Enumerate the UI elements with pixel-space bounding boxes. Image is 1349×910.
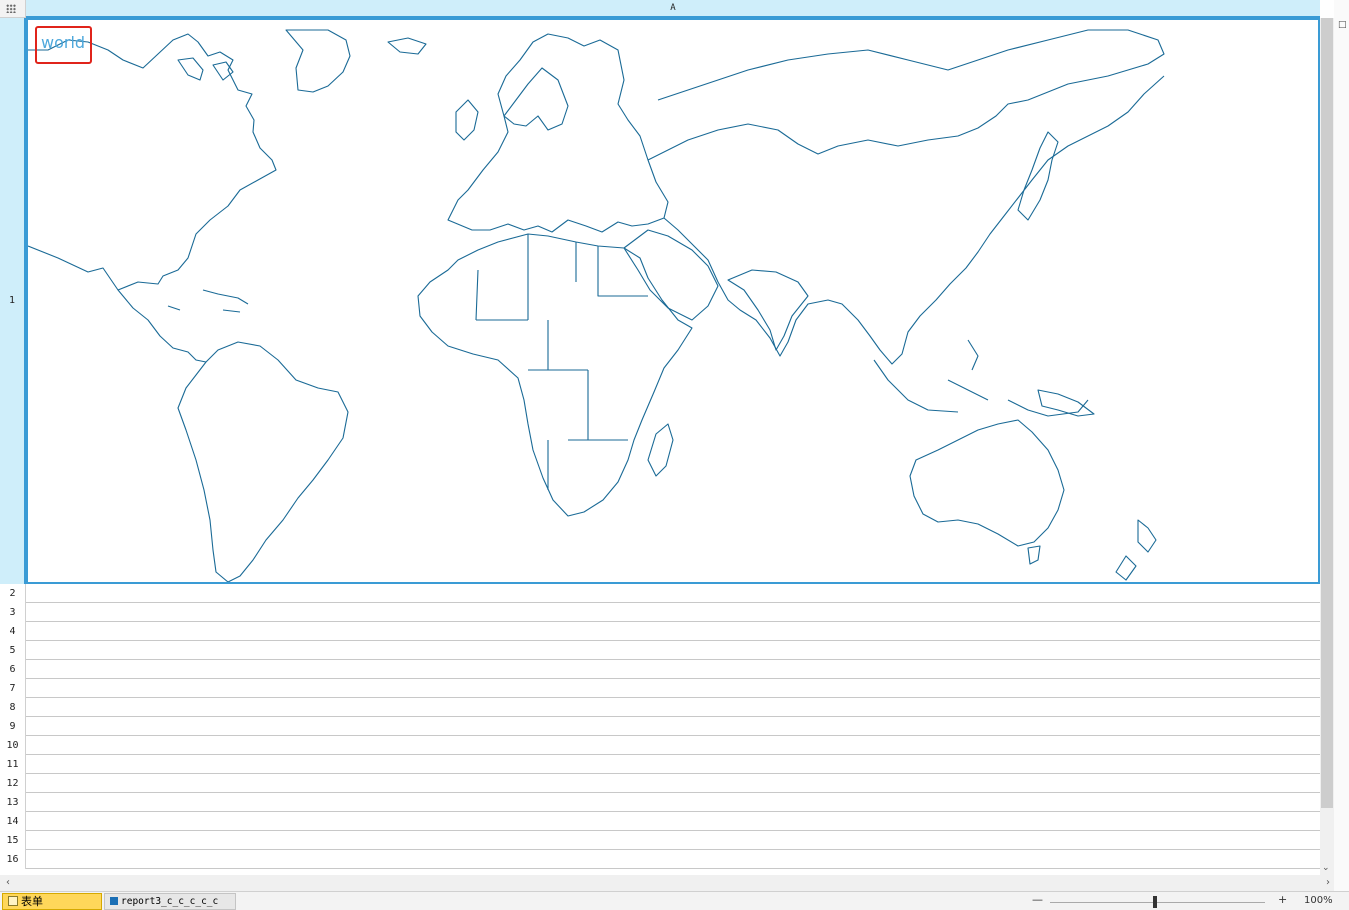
- world-map-cell[interactable]: [26, 18, 1320, 584]
- row-header-label: 12: [6, 778, 19, 789]
- report-icon: [110, 897, 118, 905]
- tab-label: 表单: [21, 895, 43, 908]
- row-header-label: 16: [6, 854, 19, 865]
- sheet-icon: [8, 896, 18, 906]
- row-header-label: 3: [9, 607, 16, 618]
- row-header-label: 10: [6, 740, 19, 751]
- right-panel-strip: □: [1334, 0, 1349, 909]
- row-header-label: 5: [9, 645, 16, 656]
- grid-row-6[interactable]: [26, 660, 1320, 679]
- grid-row-12[interactable]: [26, 774, 1320, 793]
- grid-row-10[interactable]: [26, 736, 1320, 755]
- row-header-7[interactable]: 7: [0, 679, 26, 698]
- scrollbar-thumb[interactable]: [1321, 18, 1333, 808]
- row-header-10[interactable]: 10: [0, 736, 26, 755]
- tab-label: report3_c_c_c_c_c: [121, 896, 219, 907]
- map-africa-borders: [475, 234, 648, 490]
- grid-dots-icon: [6, 4, 16, 13]
- map-australia: [909, 419, 1065, 547]
- row-header-label: 13: [6, 797, 19, 808]
- zoom-in-button[interactable]: +: [1278, 893, 1287, 906]
- row-header-12[interactable]: 12: [0, 774, 26, 793]
- map-new-zealand: [1115, 519, 1157, 581]
- row-header-5[interactable]: 5: [0, 641, 26, 660]
- map-tasmania: [1027, 545, 1041, 565]
- map-madagascar: [647, 423, 674, 477]
- map-arctic-islands: [177, 37, 427, 81]
- map-title: world: [41, 33, 86, 52]
- tab-form[interactable]: 表单: [2, 893, 102, 910]
- row-header-label: 15: [6, 835, 19, 846]
- grid-row-8[interactable]: [26, 698, 1320, 717]
- row-header-label: 9: [9, 721, 16, 732]
- map-central-america: [117, 289, 207, 363]
- map-japan: [1017, 131, 1059, 221]
- row-header-label: 6: [9, 664, 16, 675]
- row-header-1[interactable]: 1: [0, 18, 26, 584]
- panel-toggle-icon[interactable]: □: [1338, 20, 1347, 30]
- grid-row-13[interactable]: [26, 793, 1320, 812]
- select-all-corner[interactable]: [0, 0, 26, 18]
- world-map[interactable]: [27, 20, 1318, 583]
- map-british-isles: [455, 99, 479, 141]
- grid-row-7[interactable]: [26, 679, 1320, 698]
- map-africa: [417, 233, 693, 517]
- grid-row-16[interactable]: [26, 850, 1320, 869]
- row-header-3[interactable]: 3: [0, 603, 26, 622]
- horizontal-scrollbar[interactable]: ‹ ›: [0, 875, 1334, 891]
- map-south-america: [177, 341, 349, 583]
- row-header-15[interactable]: 15: [0, 831, 26, 850]
- map-southeast-asia-islands: [873, 339, 1089, 417]
- vertical-scrollbar[interactable]: ⌄: [1320, 18, 1334, 875]
- map-asia: [647, 29, 1165, 161]
- row-header-14[interactable]: 14: [0, 812, 26, 831]
- grid-row-3[interactable]: [26, 603, 1320, 622]
- map-north-america: [27, 33, 277, 291]
- row-header-label: 7: [9, 683, 16, 694]
- row-header-2[interactable]: 2: [0, 584, 26, 603]
- row-header-9[interactable]: 9: [0, 717, 26, 736]
- zoom-slider[interactable]: [1050, 902, 1265, 903]
- grid-row-11[interactable]: [26, 755, 1320, 774]
- row-header-8[interactable]: 8: [0, 698, 26, 717]
- map-greenland: [285, 29, 351, 93]
- row-header-label: 1: [8, 295, 16, 306]
- grid-row-14[interactable]: [26, 812, 1320, 831]
- column-header-a[interactable]: A: [26, 0, 1320, 18]
- row-header-label: 8: [9, 702, 16, 713]
- row-header-13[interactable]: 13: [0, 793, 26, 812]
- grid-row-9[interactable]: [26, 717, 1320, 736]
- sheet-tab-bar: 表单 report3_c_c_c_c_c: [0, 891, 1349, 910]
- row-header-label: 11: [6, 759, 19, 770]
- zoom-slider-handle[interactable]: [1153, 896, 1157, 908]
- map-asia-south: [663, 75, 1165, 365]
- zoom-out-button[interactable]: —: [1032, 893, 1043, 906]
- row-header-16[interactable]: 16: [0, 850, 26, 869]
- grid-row-5[interactable]: [26, 641, 1320, 660]
- map-caribbean: [167, 289, 249, 313]
- chevron-down-icon[interactable]: ⌄: [1322, 863, 1330, 873]
- tab-report[interactable]: report3_c_c_c_c_c: [104, 893, 236, 910]
- row-header-label: 4: [9, 626, 16, 637]
- grid-row-4[interactable]: [26, 622, 1320, 641]
- grid-row-15[interactable]: [26, 831, 1320, 850]
- map-europe: [447, 33, 669, 233]
- zoom-level: 100%: [1304, 895, 1333, 906]
- map-arabian-peninsula: [623, 229, 719, 321]
- map-scandinavia: [503, 67, 569, 131]
- grid-row-2[interactable]: [26, 584, 1320, 603]
- row-header-4[interactable]: 4: [0, 622, 26, 641]
- row-header-6[interactable]: 6: [0, 660, 26, 679]
- row-header-label: 2: [9, 588, 16, 599]
- row-header-11[interactable]: 11: [0, 755, 26, 774]
- chevron-right-icon[interactable]: ›: [1326, 877, 1330, 888]
- row-header-label: 14: [6, 816, 19, 827]
- chevron-left-icon[interactable]: ‹: [6, 877, 10, 888]
- column-header-label: A: [670, 3, 676, 13]
